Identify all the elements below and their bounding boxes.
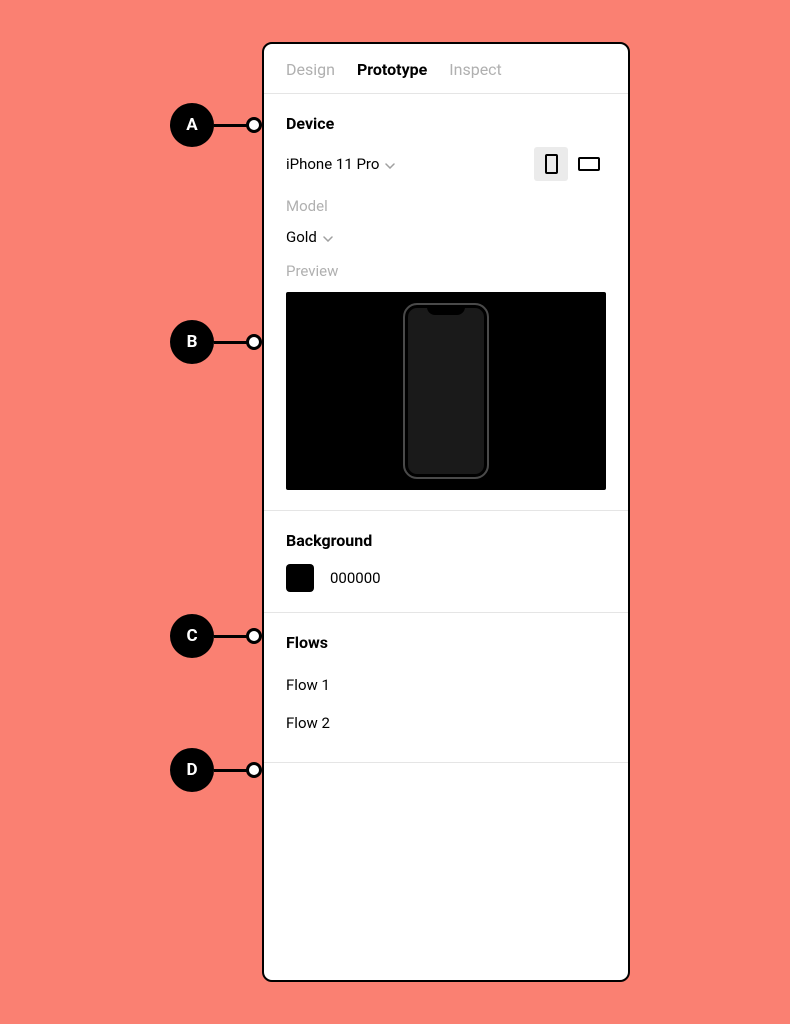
chevron-down-icon (385, 155, 395, 173)
preview-label: Preview (286, 262, 606, 280)
callout-d-label: D (170, 748, 214, 792)
flow-item[interactable]: Flow 1 (286, 666, 606, 704)
callout-dot (246, 762, 262, 778)
model-selected-value: Gold (286, 228, 317, 246)
callout-dot (246, 334, 262, 350)
model-dropdown[interactable]: Gold (286, 228, 333, 246)
flow-item[interactable]: Flow 2 (286, 704, 606, 742)
phone-mockup-icon (403, 303, 489, 479)
callout-line (214, 769, 248, 772)
tab-design[interactable]: Design (286, 60, 335, 79)
callout-a-label: A (170, 103, 214, 147)
orientation-toggle (534, 147, 606, 181)
background-section: Background 000000 (264, 511, 628, 613)
prototype-panel: Design Prototype Inspect Device iPhone 1… (262, 42, 630, 982)
flows-section: Flows Flow 1 Flow 2 (264, 613, 628, 763)
callout-b-label: B (170, 320, 214, 364)
callout-line (214, 635, 248, 638)
callout-a: A (170, 103, 262, 147)
callout-c: C (170, 614, 262, 658)
flows-heading: Flows (286, 633, 606, 652)
background-heading: Background (286, 531, 606, 550)
callout-d: D (170, 748, 262, 792)
callout-c-label: C (170, 614, 214, 658)
callout-b: B (170, 320, 262, 364)
chevron-down-icon (323, 228, 333, 246)
orientation-portrait-button[interactable] (534, 147, 568, 181)
phone-notch (427, 305, 465, 315)
background-swatch (286, 564, 314, 592)
device-section: Device iPhone 11 Pro Model Gold (264, 94, 628, 511)
orientation-landscape-button[interactable] (572, 147, 606, 181)
tab-bar: Design Prototype Inspect (264, 44, 628, 94)
portrait-icon (545, 154, 558, 174)
device-selected-value: iPhone 11 Pro (286, 155, 379, 173)
device-dropdown[interactable]: iPhone 11 Pro (286, 155, 395, 173)
callout-dot (246, 117, 262, 133)
callout-line (214, 124, 248, 127)
callout-dot (246, 628, 262, 644)
device-row: iPhone 11 Pro (286, 147, 606, 181)
landscape-icon (578, 157, 600, 171)
device-heading: Device (286, 114, 606, 133)
tab-inspect[interactable]: Inspect (449, 60, 502, 79)
background-hex-value: 000000 (330, 569, 381, 587)
callout-line (214, 341, 248, 344)
device-preview (286, 292, 606, 490)
tab-prototype[interactable]: Prototype (357, 60, 427, 79)
background-color-row[interactable]: 000000 (286, 564, 606, 592)
model-label: Model (286, 197, 606, 215)
